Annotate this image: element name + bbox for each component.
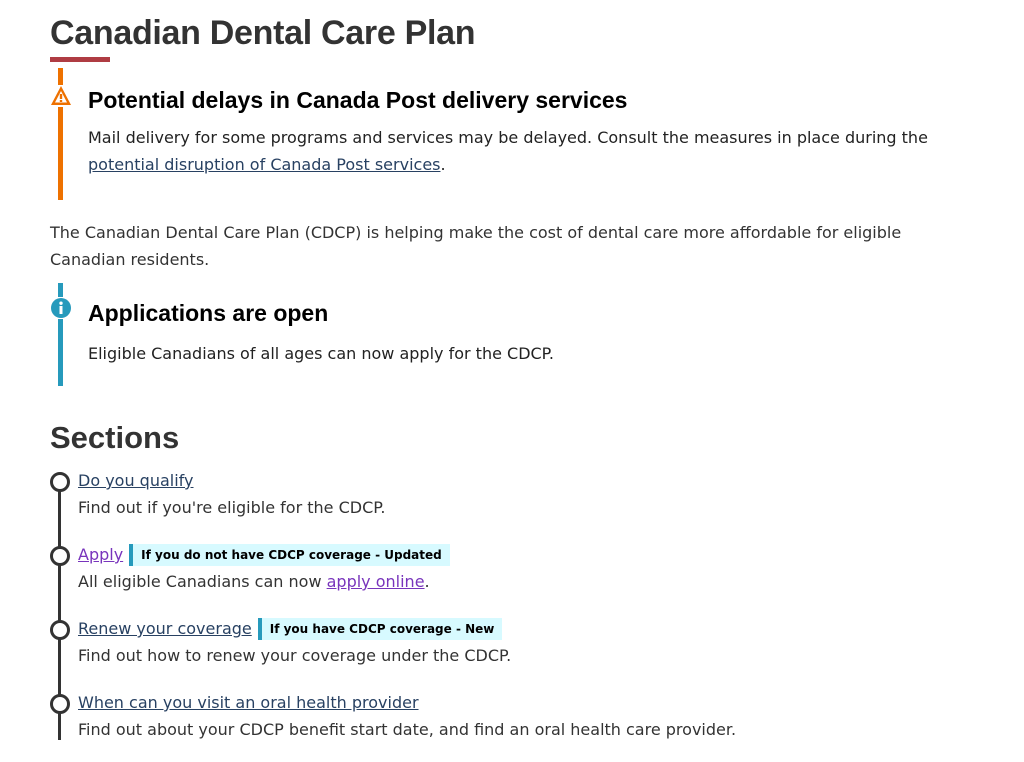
- status-badge: If you have CDCP coverage - New: [257, 618, 503, 640]
- apply-desc-before: All eligible Canadians can now: [78, 572, 327, 591]
- warning-alert: Potential delays in Canada Post delivery…: [50, 68, 1000, 203]
- apply-desc-after: .: [424, 572, 430, 591]
- warning-text-before: Mail delivery for some programs and serv…: [88, 128, 928, 147]
- section-visit-provider: When can you visit an oral health provid…: [50, 692, 1000, 762]
- canada-post-disruption-link[interactable]: potential disruption of Canada Post serv…: [88, 155, 441, 174]
- section-description: Find out about your CDCP benefit start d…: [78, 720, 737, 739]
- info-icon: [50, 297, 72, 319]
- timeline-node: [50, 472, 70, 492]
- timeline-node: [50, 694, 70, 714]
- timeline-node: [50, 546, 70, 566]
- do-you-qualify-link[interactable]: Do you qualify: [78, 470, 194, 492]
- apply-online-link[interactable]: apply online: [327, 572, 425, 591]
- renew-coverage-link[interactable]: Renew your coverage: [78, 618, 252, 640]
- intro-paragraph: The Canadian Dental Care Plan (CDCP) is …: [50, 223, 902, 269]
- sections-heading: Sections: [50, 420, 180, 455]
- section-title-row: Renew your coverage If you have CDCP cov…: [78, 618, 503, 640]
- title-underline: [50, 57, 110, 62]
- section-title-row: Apply If you do not have CDCP coverage -…: [78, 544, 450, 566]
- warning-icon: [50, 85, 72, 107]
- section-apply: Apply If you do not have CDCP coverage -…: [50, 544, 1000, 614]
- info-alert-heading: Applications are open: [88, 300, 329, 326]
- section-description: Find out how to renew your coverage unde…: [78, 646, 512, 665]
- section-renew-coverage: Renew your coverage If you have CDCP cov…: [50, 618, 1000, 688]
- warning-alert-heading: Potential delays in Canada Post delivery…: [88, 87, 628, 113]
- apply-link[interactable]: Apply: [78, 544, 123, 566]
- section-title-row: When can you visit an oral health provid…: [78, 692, 419, 714]
- info-alert-text: Eligible Canadians of all ages can now a…: [88, 344, 554, 363]
- status-badge: If you do not have CDCP coverage - Updat…: [129, 544, 450, 566]
- warning-alert-text: Mail delivery for some programs and serv…: [88, 124, 998, 178]
- timeline-node: [50, 620, 70, 640]
- page-title: Canadian Dental Care Plan: [50, 14, 476, 52]
- warning-text-after: .: [440, 155, 446, 174]
- visit-provider-link[interactable]: When can you visit an oral health provid…: [78, 692, 419, 714]
- section-do-you-qualify: Do you qualify Find out if you're eligib…: [50, 470, 1000, 540]
- section-description: All eligible Canadians can now apply onl…: [78, 571, 430, 593]
- info-alert: Applications are open Eligible Canadians…: [50, 283, 1000, 388]
- section-title-row: Do you qualify: [78, 470, 194, 492]
- section-description: Find out if you're eligible for the CDCP…: [78, 498, 386, 517]
